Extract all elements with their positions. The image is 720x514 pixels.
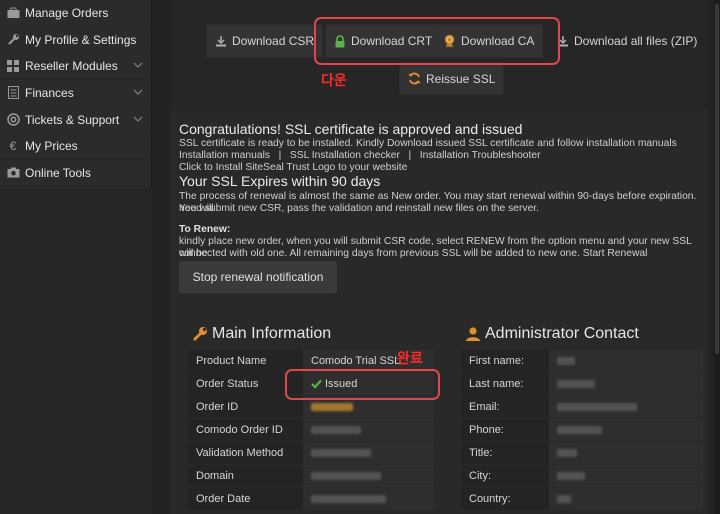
refresh-icon: [408, 72, 421, 85]
table-row: Last name:: [461, 373, 703, 395]
row-value-redacted: [303, 465, 434, 487]
row-value-redacted: [549, 488, 703, 510]
sidebar-item-profile-settings[interactable]: My Profile & Settings: [0, 27, 151, 54]
download-all-zip-button[interactable]: Download all files (ZIP): [548, 24, 707, 58]
table-row: Country:: [461, 488, 703, 510]
main-content: Download CSR Download CRT Download CA Do…: [152, 0, 720, 514]
camera-icon: [6, 166, 20, 180]
download-csr-label: Download CSR: [232, 34, 315, 48]
row-value-redacted: [549, 442, 703, 464]
table-row: City:: [461, 465, 703, 487]
reissue-ssl-label: Reissue SSL: [426, 71, 496, 86]
table-row: Phone:: [461, 419, 703, 441]
table-row: Email:: [461, 396, 703, 418]
row-value-redacted: [549, 419, 703, 441]
row-label: Country:: [461, 488, 549, 510]
row-value-redacted: [303, 419, 434, 441]
action-toolbar: Download CSR Download CRT Download CA Do…: [170, 0, 708, 110]
sidebar-item-label: My Profile & Settings: [25, 32, 137, 47]
certificate-panel: Congratulations! SSL certificate is appr…: [170, 110, 708, 514]
administrator-contact-title: Administrator Contact: [465, 325, 639, 343]
sidebar-background: [0, 188, 152, 514]
row-label: Domain: [188, 465, 303, 487]
row-label: Validation Method: [188, 442, 303, 464]
download-annotation-label: 다운: [321, 72, 347, 88]
row-label: First name:: [461, 350, 549, 372]
table-row: Title:: [461, 442, 703, 464]
wrench-icon: [192, 326, 208, 342]
sidebar-item-label: Manage Orders: [25, 5, 109, 20]
download-all-label: Download all files (ZIP): [574, 34, 698, 48]
sidebar-item-tickets-support[interactable]: Tickets & Support: [0, 107, 151, 134]
row-value-redacted: [303, 488, 434, 510]
sidebar-item-label: Online Tools: [25, 165, 91, 180]
euro-icon: €: [9, 139, 17, 154]
row-label: Title:: [461, 442, 549, 464]
table-row: First name:: [461, 350, 703, 372]
row-value-redacted: [549, 396, 703, 418]
chevron-down-icon[interactable]: [133, 115, 143, 125]
sidebar-item-label: Tickets & Support: [25, 112, 120, 127]
sidebar-item-manage-orders[interactable]: Manage Orders: [0, 0, 151, 27]
briefcase-icon: [6, 6, 20, 20]
status-highlight-box: [285, 369, 440, 400]
row-value-redacted: [549, 350, 703, 372]
complete-annotation-label: 완료: [397, 350, 423, 366]
table-row: Comodo Order ID: [188, 419, 434, 441]
grid-icon: [6, 59, 20, 73]
ready-text: SSL certificate is ready to be installed…: [179, 138, 677, 149]
reissue-ssl-button[interactable]: Reissue SSL: [399, 62, 505, 95]
scrollbar[interactable]: [714, 0, 720, 514]
row-label: Order Date: [188, 488, 303, 510]
stop-renewal-notification-button[interactable]: Stop renewal notification: [179, 261, 337, 293]
sidebar-item-label: Finances: [25, 85, 74, 100]
download-highlight-box: [314, 17, 560, 65]
row-label: Product Name: [188, 350, 303, 372]
row-label: Order ID: [188, 396, 303, 418]
main-information-label: Main Information: [212, 325, 332, 342]
to-renew-heading: To Renew:: [179, 224, 231, 235]
expiration-heading: Your SSL Expires within 90 days: [179, 173, 381, 189]
sidebar-item-my-prices[interactable]: € My Prices: [0, 133, 151, 161]
renewal-info-line-2: need submit new CSR, pass the validation…: [179, 203, 540, 214]
sidebar-item-reseller-modules[interactable]: Reseller Modules: [0, 53, 151, 81]
row-label: Phone:: [461, 419, 549, 441]
lifebuoy-icon: [6, 113, 20, 127]
table-row: Order Date: [188, 488, 434, 510]
row-label: Last name:: [461, 373, 549, 395]
chevron-down-icon[interactable]: [133, 88, 143, 98]
row-label: Email:: [461, 396, 549, 418]
wrench-icon: [6, 33, 20, 47]
renew-instructions-line-2: connected with old one. All remaining da…: [179, 248, 648, 259]
row-value-redacted: [549, 465, 703, 487]
sidebar-item-finances[interactable]: Finances: [0, 80, 151, 107]
user-icon: [465, 326, 481, 342]
installation-links[interactable]: Installation manuals | SSL Installation …: [179, 150, 541, 162]
download-icon: [215, 35, 227, 47]
download-csr-button[interactable]: Download CSR: [206, 24, 324, 58]
administrator-contact-label: Administrator Contact: [485, 325, 639, 342]
document-icon: [6, 86, 20, 100]
row-label: Comodo Order ID: [188, 419, 303, 441]
sidebar-item-label: My Prices: [25, 139, 78, 154]
row-label: City:: [461, 465, 549, 487]
approval-heading: Congratulations! SSL certificate is appr…: [179, 121, 523, 137]
scrollbar-thumb[interactable]: [715, 4, 719, 354]
table-row: Domain: [188, 465, 434, 487]
row-value-redacted: [303, 442, 434, 464]
sidebar-item-label: Reseller Modules: [25, 59, 118, 74]
sidebar: Manage Orders My Profile & Settings Rese…: [0, 0, 152, 188]
chevron-down-icon[interactable]: [133, 61, 143, 71]
table-row: Validation Method: [188, 442, 434, 464]
main-information-title: Main Information: [192, 325, 331, 343]
row-value-redacted: [549, 373, 703, 395]
sidebar-item-online-tools[interactable]: Online Tools: [0, 160, 151, 187]
